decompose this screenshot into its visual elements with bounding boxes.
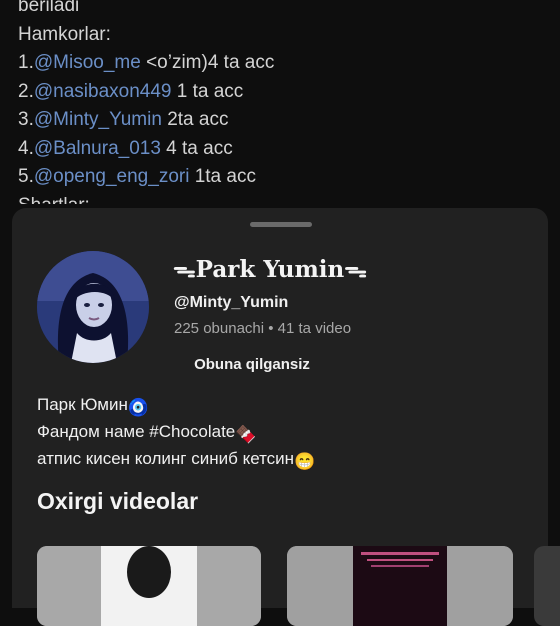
recent-videos-title: Oxirgi videolar [37, 488, 199, 514]
chocolate-bar-icon: 🍫 [235, 425, 257, 444]
bio-line: Парк Юмин🧿 [37, 393, 315, 420]
grinning-face-icon: 😁 [294, 452, 316, 471]
thumbnail-image [37, 546, 261, 626]
partner-line: 5.@openg_eng_zori 1ta acc [18, 166, 256, 187]
bio-line: атпис кисен колинг синиб кетсин😁 [37, 447, 315, 474]
partner-line: 2.@nasibaxon449 1 ta acc [18, 80, 244, 102]
partner-line: 1.@Misoo_me <o’zim)4 ta acc [18, 52, 275, 73]
avatar-photo [37, 251, 149, 363]
mention-link[interactable]: @nasibaxon449 [34, 81, 172, 102]
thumbnail-image [287, 546, 513, 626]
mention-link[interactable]: @Balnura_013 [34, 138, 161, 159]
mention-link[interactable]: @openg_eng_zori [34, 166, 190, 187]
channel-bottom-sheet: ᯓPark Yuminᯓ @Minty_Yumin 225 obunachi •… [12, 208, 560, 626]
video-thumbnail[interactable] [37, 546, 261, 626]
post-line: beriladi [18, 0, 80, 16]
bio-line: Фандом наме #Chocolate🍫 [37, 420, 315, 447]
post-line: Hamkorlar: [18, 23, 111, 45]
video-thumbnail[interactable] [287, 546, 513, 626]
partner-line: 3.@Minty_Yumin 2ta acc [18, 109, 229, 130]
partner-line: 4.@Balnura_013 4 ta acc [18, 137, 233, 159]
mention-link[interactable]: @Misoo_me [34, 52, 141, 73]
mention-link[interactable]: @Minty_Yumin [34, 109, 162, 130]
channel-bio: Парк Юмин🧿 Фандом наме #Chocolate🍫 атпис… [37, 393, 315, 474]
nazar-amulet-icon: 🧿 [127, 398, 150, 417]
avatar[interactable] [37, 251, 149, 363]
video-thumbnail[interactable] [534, 546, 560, 626]
channel-stats: 225 obunachi • 41 ta video [174, 320, 352, 337]
drag-handle[interactable] [250, 222, 312, 227]
channel-handle: @Minty_Yumin [174, 294, 289, 311]
post-line: Shartlar: [18, 192, 560, 204]
post-text: beriladi Hamkorlar: 1.@Misoo_me <o’zim)4… [18, 0, 560, 204]
subscribed-button[interactable]: Obuna qilgansiz [178, 348, 326, 382]
channel-name: ᯓPark Yuminᯓ [173, 256, 367, 283]
